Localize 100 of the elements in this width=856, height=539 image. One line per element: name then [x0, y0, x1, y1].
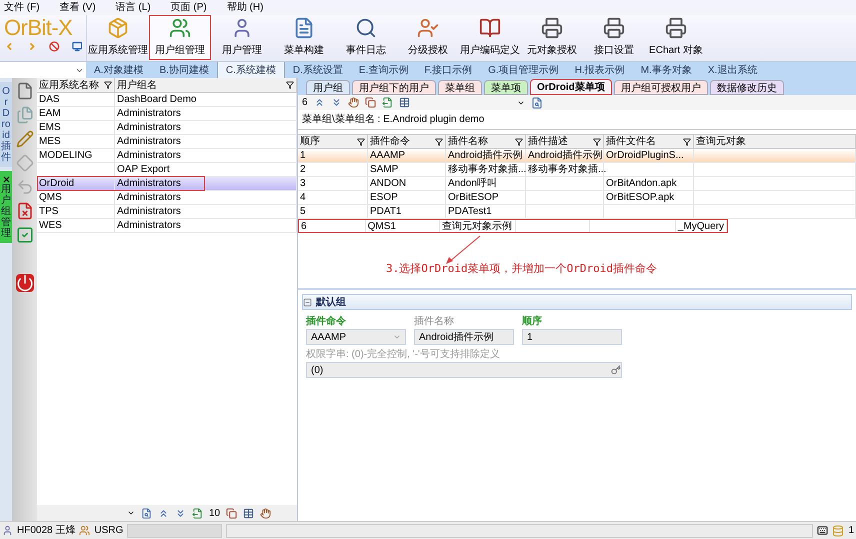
toolbar-button[interactable]: 分级授权: [397, 15, 459, 60]
sub-tab[interactable]: 用户组可授权用户: [614, 80, 708, 95]
export-icon[interactable]: [192, 508, 203, 518]
toolbar-button[interactable]: 用户编码定义: [459, 15, 521, 60]
toolbar-button[interactable]: 用户组管理: [149, 15, 211, 60]
input-field[interactable]: (0): [306, 362, 622, 378]
toolbar-button[interactable]: 接口设置: [583, 15, 645, 60]
power-icon[interactable]: [16, 274, 34, 292]
toolbar-button[interactable]: 用户管理: [211, 15, 273, 60]
sub-tab[interactable]: OrDroid菜单项: [530, 79, 612, 95]
toolbar-button[interactable]: 菜单构建: [273, 15, 335, 60]
toolbar-button[interactable]: 元对象授权: [521, 15, 583, 60]
delete-document-icon[interactable]: [16, 202, 34, 220]
hand-icon[interactable]: [260, 508, 272, 518]
toolbar-button[interactable]: 应用系统管理: [87, 15, 149, 60]
dropdown-field[interactable]: AAAMP: [306, 329, 406, 345]
module-tab[interactable]: G.项目管理示例: [480, 62, 567, 78]
module-tab[interactable]: X.退出系统: [700, 62, 766, 78]
menu-item[interactable]: 查看 (V): [60, 0, 96, 15]
table-row[interactable]: 5 PDAT1 PDATest1: [298, 205, 856, 219]
toolbar-button[interactable]: EChart 对象: [645, 15, 707, 60]
table-icon[interactable]: [243, 508, 254, 518]
table-row[interactable]: 3 ANDON Andon呼叫 OrBitAndon.apk: [298, 177, 856, 191]
menu-item[interactable]: 文件 (F): [4, 0, 40, 15]
field-label: 插件名称: [414, 315, 455, 329]
table-row[interactable]: WES Administrators: [37, 219, 297, 233]
filter-icon[interactable]: [683, 138, 691, 146]
module-tab[interactable]: F.接口示例: [416, 62, 480, 78]
export-icon[interactable]: [382, 97, 393, 108]
side-tab[interactable]: 用户组管理: [0, 171, 12, 243]
column-header[interactable]: 插件命令: [368, 135, 446, 148]
table-row[interactable]: TPS Administrators: [37, 205, 297, 219]
filter-icon[interactable]: [593, 138, 601, 146]
module-tab[interactable]: H.报表示例: [566, 62, 633, 78]
table-row[interactable]: QMS Administrators: [37, 191, 297, 205]
table-icon[interactable]: [398, 97, 410, 108]
table-row[interactable]: 6 QMS1 查询元对象示例 _MyQuery: [298, 219, 728, 233]
monitor-icon[interactable]: [72, 41, 82, 52]
column-header[interactable]: 插件名称: [446, 135, 526, 148]
module-tab[interactable]: E.查询示例: [350, 62, 416, 78]
users-icon: [79, 525, 90, 536]
sub-tab[interactable]: 菜单项: [484, 80, 528, 95]
module-tab[interactable]: C.系统建模: [216, 62, 285, 78]
input-field[interactable]: Android插件示例: [414, 329, 514, 345]
column-header[interactable]: 顺序: [298, 135, 368, 148]
table-row[interactable]: 2 SAMP 移动事务对象插... 移动事务对象插...: [298, 163, 856, 177]
last-page-icon[interactable]: [174, 508, 186, 518]
table-row[interactable]: OrDroid Administrators: [37, 177, 297, 191]
copy-icon[interactable]: [226, 508, 238, 518]
filter-icon[interactable]: [357, 138, 365, 146]
table-row[interactable]: EMS Administrators: [37, 121, 297, 135]
sub-tab[interactable]: 数据修改历史: [710, 80, 784, 95]
collapse-icon[interactable]: [303, 298, 312, 306]
input-field[interactable]: 1: [522, 329, 622, 345]
column-header[interactable]: 插件描述: [526, 135, 604, 148]
group-header[interactable]: 默认组: [302, 294, 852, 310]
search-icon[interactable]: [530, 96, 543, 108]
module-tab[interactable]: A.对象建模: [86, 62, 152, 78]
module-tab[interactable]: B.协同建模: [151, 62, 217, 78]
column-header[interactable]: 应用系统名称: [37, 78, 115, 92]
search-icon[interactable]: [140, 508, 152, 518]
menu-item[interactable]: 语言 (L): [116, 0, 151, 15]
key-icon[interactable]: [611, 365, 621, 375]
edit-icon[interactable]: [16, 130, 34, 148]
table-row[interactable]: 1 AAAMP Android插件示例 Android插件示例 OrDroidPluginS...: [298, 149, 856, 163]
stop-icon[interactable]: [49, 41, 60, 52]
hand-icon[interactable]: [348, 97, 359, 108]
table-cell: Administrators: [115, 191, 297, 204]
close-icon[interactable]: [2, 175, 10, 184]
filter-icon[interactable]: [515, 138, 523, 146]
table-row[interactable]: MODELING Administrators: [37, 149, 297, 163]
column-header[interactable]: 用户组名: [115, 78, 297, 92]
side-tab[interactable]: OrDroid插件: [0, 82, 12, 167]
filter-icon[interactable]: [286, 81, 294, 89]
first-page-icon[interactable]: [314, 97, 325, 108]
table-cell: 6: [299, 220, 366, 232]
menu-item[interactable]: 帮助 (H): [226, 0, 264, 15]
new-document-icon[interactable]: [16, 82, 34, 100]
menu-item[interactable]: 页面 (P): [170, 0, 207, 15]
module-tab[interactable]: M.事务对象: [632, 62, 700, 78]
last-page-icon[interactable]: [330, 97, 342, 108]
filter-icon[interactable]: [435, 138, 443, 146]
filter-icon[interactable]: [104, 81, 112, 89]
sub-tab[interactable]: 用户组下的用户: [352, 80, 436, 95]
table-row[interactable]: DAS DashBoard Demo: [37, 93, 297, 107]
module-tab[interactable]: D.系统设置: [284, 62, 351, 78]
dropdown-icon[interactable]: [126, 509, 135, 517]
toolbar-button[interactable]: 事件日志: [335, 15, 397, 60]
table-cell: QMS: [37, 191, 115, 204]
save-icon[interactable]: [16, 226, 34, 244]
table-cell: TPS: [37, 205, 115, 218]
column-header[interactable]: 插件文件名: [604, 135, 694, 148]
table-row[interactable]: EAM Administrators: [37, 107, 297, 121]
column-header[interactable]: 查询元对象: [694, 135, 856, 148]
copy-icon[interactable]: [364, 97, 376, 108]
first-page-icon[interactable]: [158, 508, 169, 518]
table-row[interactable]: 4 ESOP OrBitESOP OrBitESOP.apk: [298, 191, 856, 205]
sub-tab[interactable]: 菜单组: [438, 80, 482, 95]
sub-tab[interactable]: 用户组: [306, 80, 350, 95]
table-row[interactable]: MES Administrators: [37, 135, 297, 149]
